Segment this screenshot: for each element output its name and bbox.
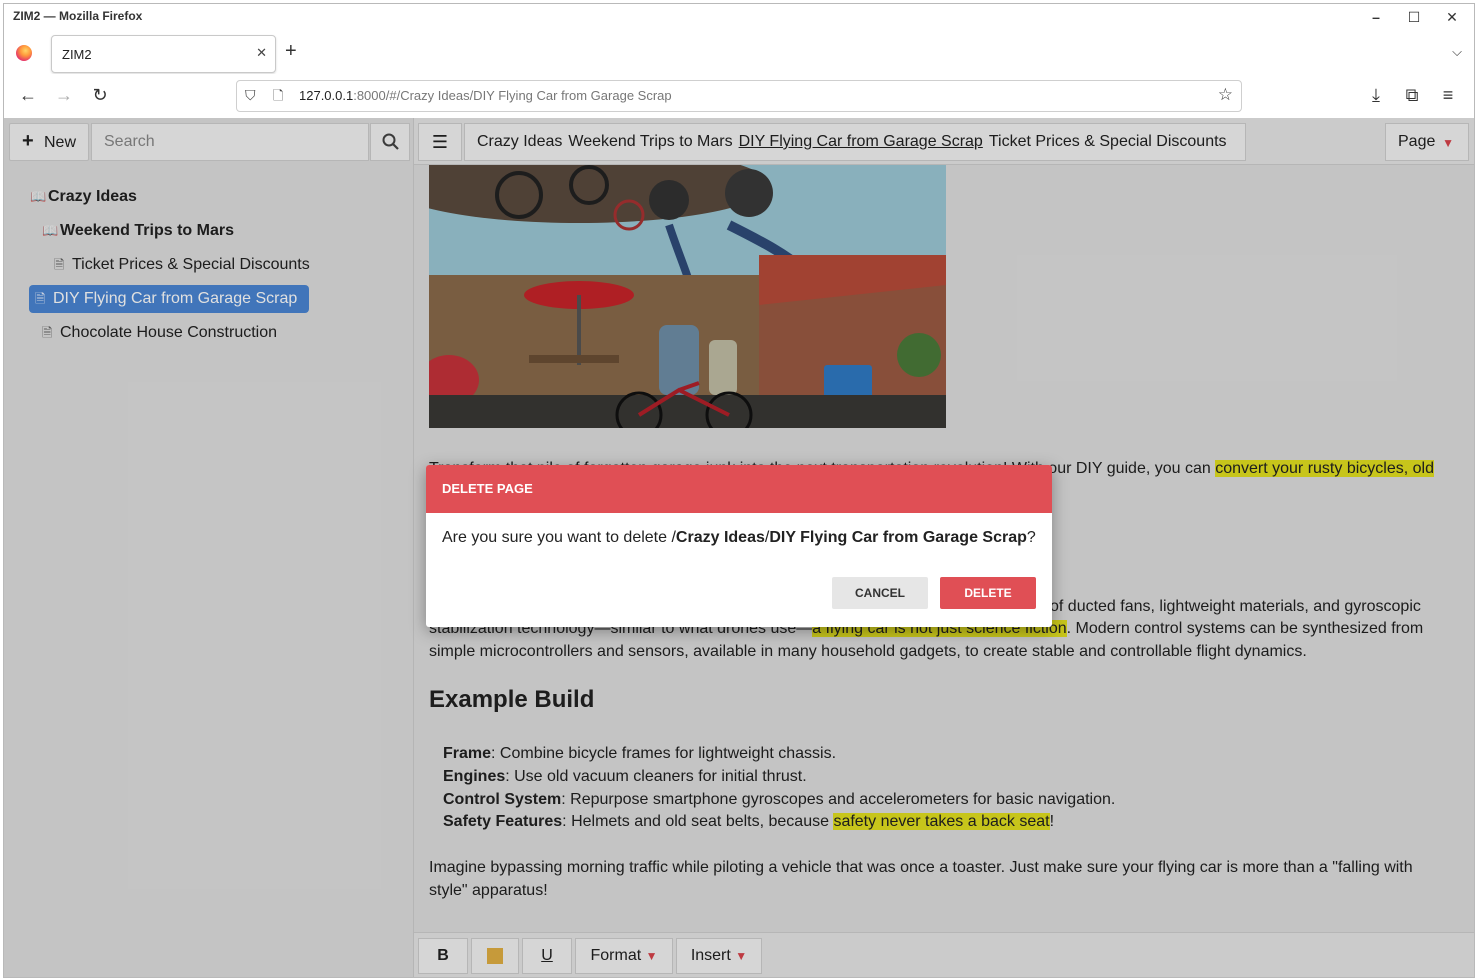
browser-window: ZIM2 — Mozilla Firefox – ☐ ✕ ZIM2 ✕ + ⌵ …: [3, 3, 1475, 978]
back-arrow-icon[interactable]: ←: [17, 85, 39, 106]
dialog-msg-suffix: ?: [1026, 529, 1036, 546]
url-text[interactable]: 127.0.0.1:8000/#/Crazy Ideas/DIY Flying …: [299, 88, 672, 103]
downloads-icon[interactable]: ⤓: [1365, 85, 1387, 106]
dialog-path-parent: Crazy Ideas: [675, 529, 765, 546]
browser-tab[interactable]: ZIM2 ✕: [51, 35, 276, 73]
shield-icon[interactable]: ⛉: [245, 87, 256, 104]
dialog-msg-prefix: Are you sure you want to delete /: [442, 529, 676, 546]
url-host: 127.0.0.1: [299, 88, 354, 103]
url-bar[interactable]: ⛉ 🗋 127.0.0.1:8000/#/Crazy Ideas/DIY Fly…: [236, 80, 1242, 112]
reload-icon[interactable]: ↻: [89, 85, 111, 106]
delete-page-dialog: DELETE PAGE Are you sure you want to del…: [426, 465, 1052, 627]
tab-title: ZIM2: [62, 47, 92, 62]
window-title: ZIM2 — Mozilla Firefox: [13, 9, 143, 23]
dialog-title: DELETE PAGE: [426, 465, 1052, 513]
close-window-icon[interactable]: ✕: [1434, 6, 1470, 28]
title-bar: ZIM2 — Mozilla Firefox – ☐ ✕: [4, 4, 1474, 30]
tab-bar: ZIM2 ✕ + ⌵: [4, 30, 1474, 74]
new-tab-icon[interactable]: +: [285, 40, 297, 63]
bookmark-star-icon[interactable]: ☆: [1218, 85, 1233, 105]
forward-arrow-icon[interactable]: →: [53, 85, 75, 106]
page-info-icon[interactable]: 🗋: [273, 87, 283, 109]
menu-hamburger-icon[interactable]: ≡: [1437, 85, 1459, 106]
maximize-icon[interactable]: ☐: [1396, 6, 1432, 28]
list-tabs-chevron-icon[interactable]: ⌵: [1452, 44, 1462, 60]
close-tab-icon[interactable]: ✕: [256, 45, 267, 61]
extensions-icon[interactable]: ⧉: [1401, 85, 1423, 106]
url-path: :8000/#/Crazy Ideas/DIY Flying Car from …: [353, 88, 672, 103]
dialog-path-page: DIY Flying Car from Garage Scrap: [769, 529, 1027, 546]
minimize-icon[interactable]: –: [1358, 6, 1394, 28]
cancel-button[interactable]: CANCEL: [832, 577, 928, 609]
dialog-message: Are you sure you want to delete /Crazy I…: [442, 529, 1036, 547]
nav-bar: ← → ↻ ⛉ 🗋 127.0.0.1:8000/#/Crazy Ideas/D…: [4, 74, 1474, 119]
delete-button[interactable]: DELETE: [940, 577, 1036, 609]
firefox-logo-icon: [16, 45, 32, 61]
